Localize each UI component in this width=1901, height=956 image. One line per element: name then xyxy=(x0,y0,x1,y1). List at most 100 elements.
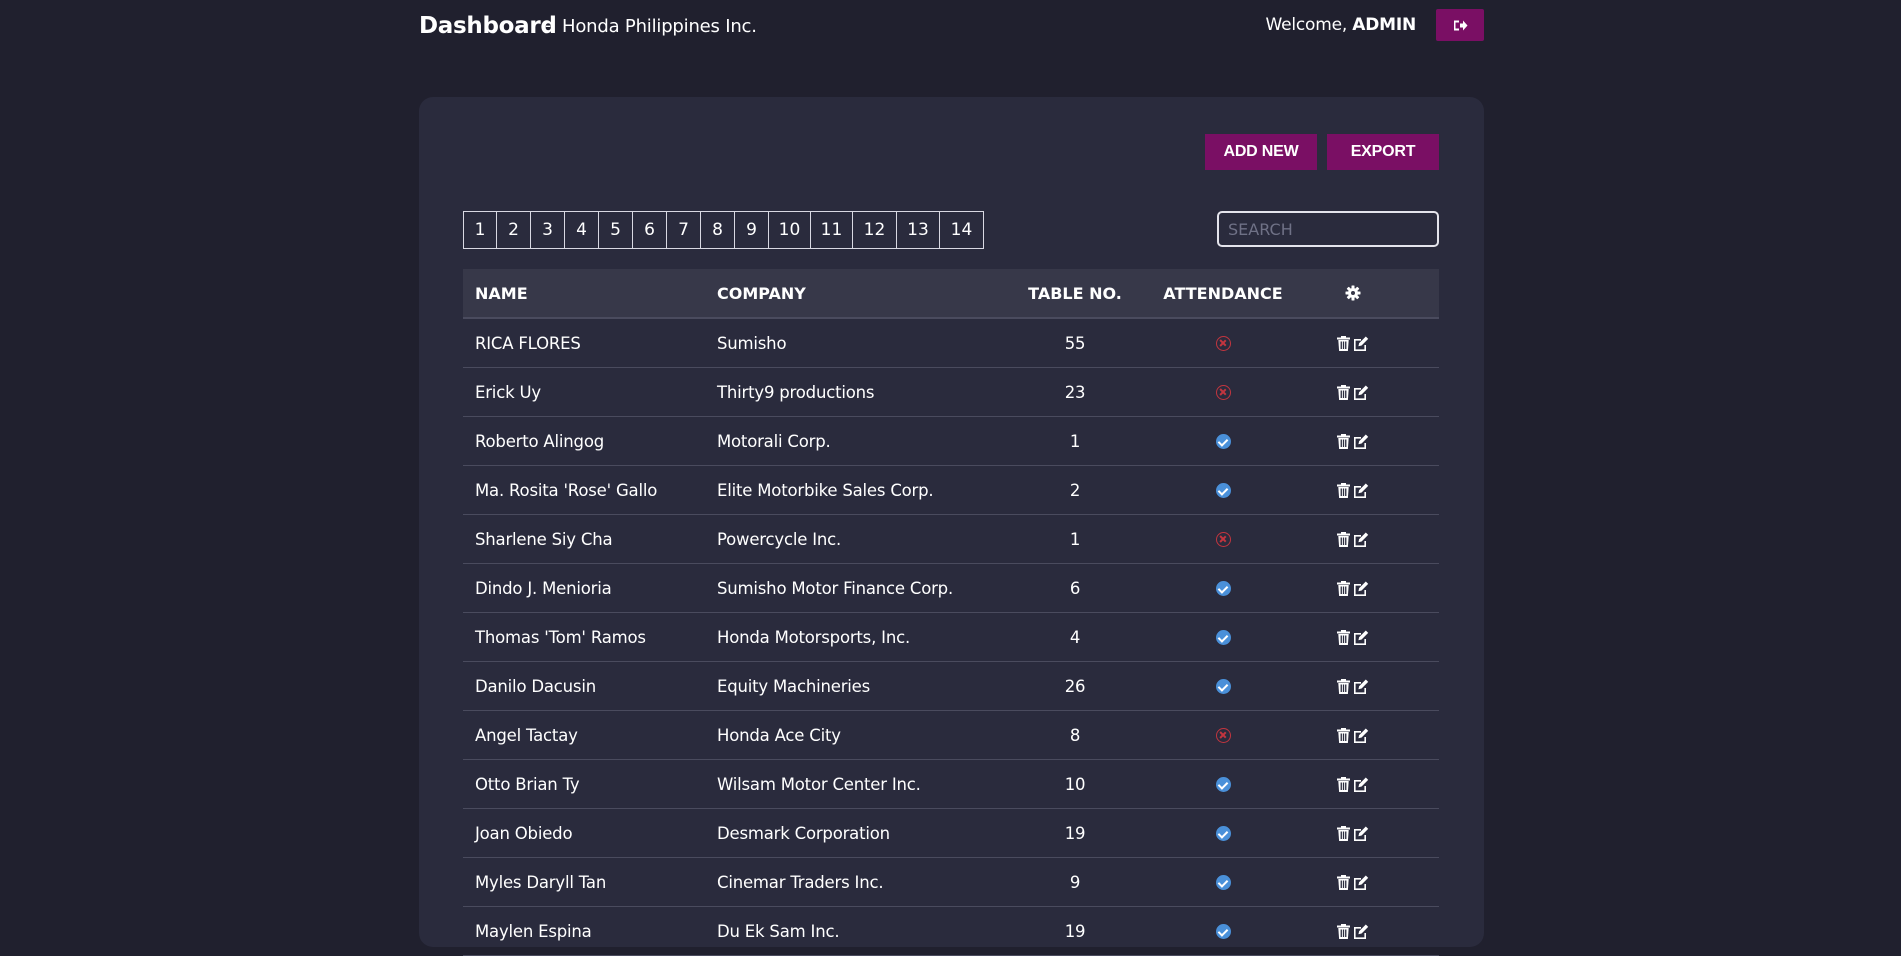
cell-actions xyxy=(1313,482,1393,498)
cell-attendance xyxy=(1133,384,1313,400)
cell-table-no: 55 xyxy=(1064,333,1086,353)
cell-name: Ma. Rosita 'Rose' Gallo xyxy=(475,480,658,500)
edit-icon[interactable] xyxy=(1353,728,1369,743)
page-link[interactable]: 8 xyxy=(701,212,735,248)
trash-icon[interactable] xyxy=(1337,776,1350,792)
edit-icon[interactable] xyxy=(1353,434,1369,449)
page-link[interactable]: 14 xyxy=(940,212,983,248)
trash-icon[interactable] xyxy=(1337,580,1350,596)
cell-actions xyxy=(1313,776,1393,792)
column-header-attendance[interactable]: ATTENDANCE xyxy=(1133,284,1313,303)
trash-icon[interactable] xyxy=(1337,335,1350,351)
trash-icon[interactable] xyxy=(1337,923,1350,939)
trash-icon[interactable] xyxy=(1337,874,1350,890)
page-link[interactable]: 13 xyxy=(897,212,940,248)
cell-attendance xyxy=(1133,776,1313,792)
table-body: RICA FLORES Sumisho 55 Erick Uy Thirty9 prod… xyxy=(463,319,1439,956)
attendee-table: NAME COMPANY TABLE NO. ATTENDANCE RICA F… xyxy=(463,269,1439,956)
x-circle-icon xyxy=(1215,335,1231,351)
cell-table-no: 23 xyxy=(1064,382,1086,402)
x-circle-icon xyxy=(1215,727,1231,743)
cell-name: Myles Daryll Tan xyxy=(475,872,607,892)
cell-attendance xyxy=(1133,433,1313,449)
edit-icon[interactable] xyxy=(1353,679,1369,694)
edit-icon[interactable] xyxy=(1353,483,1369,498)
cell-table-no: 19 xyxy=(1064,921,1086,941)
trash-icon[interactable] xyxy=(1337,629,1350,645)
edit-icon[interactable] xyxy=(1353,826,1369,841)
page-link[interactable]: 11 xyxy=(811,212,853,248)
cell-name: Otto Brian Ty xyxy=(475,774,580,794)
page-link[interactable]: 9 xyxy=(735,212,769,248)
table-header: NAME COMPANY TABLE NO. ATTENDANCE xyxy=(463,269,1439,319)
cell-company: Honda Motorsports, Inc. xyxy=(717,627,911,647)
page-link[interactable]: 2 xyxy=(497,212,531,248)
page-link[interactable]: 6 xyxy=(633,212,667,248)
cell-table-no: 2 xyxy=(1069,480,1081,500)
trash-icon[interactable] xyxy=(1337,727,1350,743)
cell-company: Powercycle Inc. xyxy=(717,529,842,549)
attendee-panel: ADD NEW EXPORT 1234567891011121314 NAME … xyxy=(419,97,1484,956)
edit-icon[interactable] xyxy=(1353,336,1369,351)
page-link[interactable]: 3 xyxy=(531,212,565,248)
pagination: 1 2 3 4 5 6 7 8 9 10 11 12 13 14 xyxy=(463,211,984,249)
page-link[interactable]: 1 xyxy=(464,212,497,248)
cell-company: Elite Motorbike Sales Corp. xyxy=(717,480,934,500)
table-row: Joan Obiedo Desmark Corporation 19 xyxy=(463,809,1439,858)
cell-table-no: 1 xyxy=(1069,529,1081,549)
page-link[interactable]: 12 xyxy=(853,212,897,248)
page-link[interactable]: 5 xyxy=(599,212,633,248)
column-header-company[interactable]: COMPANY xyxy=(717,284,1017,303)
edit-icon[interactable] xyxy=(1353,581,1369,596)
cell-attendance xyxy=(1133,335,1313,351)
add-new-button[interactable]: ADD NEW xyxy=(1205,134,1317,170)
trash-icon[interactable] xyxy=(1337,678,1350,694)
table-row: Sharlene Siy Cha Powercycle Inc. 1 xyxy=(463,515,1439,564)
cell-company: Honda Ace City xyxy=(717,725,841,745)
page-link[interactable]: 7 xyxy=(667,212,701,248)
logout-button[interactable] xyxy=(1436,9,1484,41)
column-header-name[interactable]: NAME xyxy=(463,284,717,303)
table-row: Ma. Rosita 'Rose' Gallo Elite Motorbike S… xyxy=(463,466,1439,515)
cell-name: Angel Tactay xyxy=(475,725,578,745)
table-row: Thomas 'Tom' Ramos Honda Motorsports, Inc… xyxy=(463,613,1439,662)
page-link[interactable]: 10 xyxy=(769,212,811,248)
welcome-prefix: Welcome, xyxy=(1265,15,1353,35)
edit-icon[interactable] xyxy=(1353,777,1369,792)
table-row: Myles Daryll Tan Cinemar Traders Inc. 9 xyxy=(463,858,1439,907)
table-row: Danilo Dacusin Equity Machineries 26 xyxy=(463,662,1439,711)
table-row: Roberto Alingog Motorali Corp. 1 xyxy=(463,417,1439,466)
table-row: Otto Brian Ty Wilsam Motor Center Inc. 10 xyxy=(463,760,1439,809)
username: ADMIN xyxy=(1352,15,1416,35)
column-header-table-no[interactable]: TABLE NO. xyxy=(1017,284,1133,303)
cell-name: Danilo Dacusin xyxy=(475,676,596,696)
sign-out-icon xyxy=(1453,20,1467,30)
cell-attendance xyxy=(1133,678,1313,694)
export-button[interactable]: EXPORT xyxy=(1327,134,1439,170)
trash-icon[interactable] xyxy=(1337,384,1350,400)
cell-company: Sumisho Motor Finance Corp. xyxy=(717,578,953,598)
welcome-message: Welcome, ADMIN xyxy=(1265,15,1416,35)
trash-icon[interactable] xyxy=(1337,531,1350,547)
page-link[interactable]: 4 xyxy=(565,212,599,248)
column-header-actions[interactable] xyxy=(1313,285,1393,301)
cell-company: Motorali Corp. xyxy=(717,431,831,451)
page-title: Dashboard xyxy=(419,13,557,39)
cell-actions xyxy=(1313,580,1393,596)
trash-icon[interactable] xyxy=(1337,433,1350,449)
check-circle-icon xyxy=(1215,629,1231,645)
edit-icon[interactable] xyxy=(1353,875,1369,890)
x-circle-icon xyxy=(1215,531,1231,547)
cell-actions xyxy=(1313,825,1393,841)
trash-icon[interactable] xyxy=(1337,482,1350,498)
edit-icon[interactable] xyxy=(1353,924,1369,939)
edit-icon[interactable] xyxy=(1353,630,1369,645)
check-circle-icon xyxy=(1215,678,1231,694)
trash-icon[interactable] xyxy=(1337,825,1350,841)
edit-icon[interactable] xyxy=(1353,532,1369,547)
cell-actions xyxy=(1313,678,1393,694)
check-circle-icon xyxy=(1215,923,1231,939)
search-input[interactable] xyxy=(1217,211,1439,247)
cell-actions xyxy=(1313,727,1393,743)
edit-icon[interactable] xyxy=(1353,385,1369,400)
